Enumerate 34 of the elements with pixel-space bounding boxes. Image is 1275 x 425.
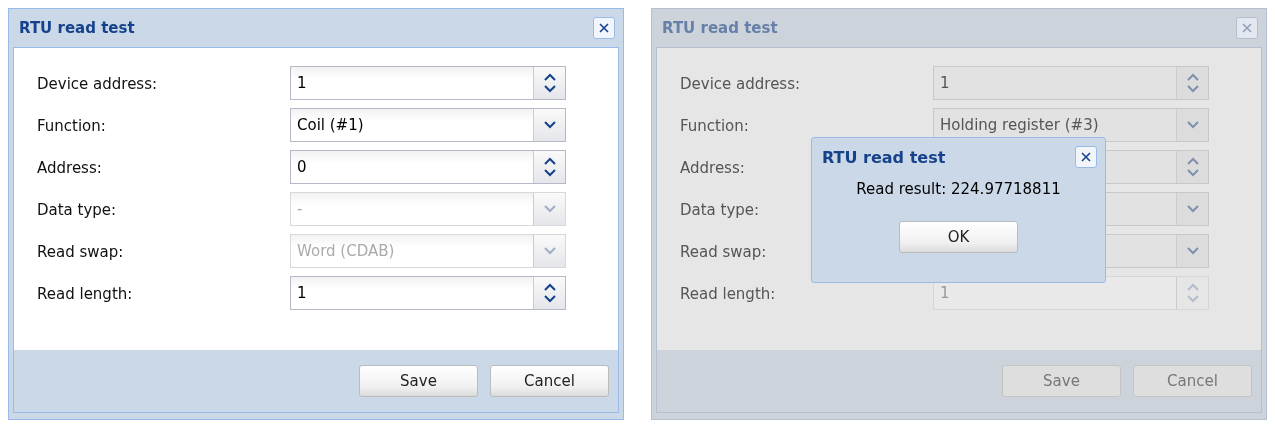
- close-icon: [598, 22, 610, 34]
- dropdown-field[interactable]: Holding register (#3): [933, 108, 1209, 142]
- field-label: Device address:: [37, 74, 158, 93]
- spinner-arrows-icon[interactable]: [533, 277, 565, 309]
- dialog-button[interactable]: Cancel: [490, 365, 609, 397]
- message-title: RTU read test: [822, 147, 946, 167]
- close-icon: [1241, 22, 1253, 34]
- field-label: Address:: [37, 158, 102, 177]
- field-label: Read swap:: [680, 242, 767, 261]
- field-label: Device address:: [680, 74, 801, 93]
- ok-button[interactable]: OK: [899, 221, 1018, 253]
- field-label: Function:: [680, 116, 749, 135]
- spinner-arrows-icon[interactable]: [533, 151, 565, 183]
- close-button[interactable]: [1075, 146, 1097, 168]
- field-label: Read swap:: [37, 242, 124, 261]
- number-field[interactable]: 1: [290, 66, 566, 100]
- number-field[interactable]: 0: [290, 150, 566, 184]
- number-field[interactable]: 1: [290, 276, 566, 310]
- close-icon: [1080, 151, 1092, 163]
- field-label: Read length:: [37, 284, 133, 303]
- field-label: Read length:: [680, 284, 776, 303]
- dialog-button[interactable]: Save: [359, 365, 478, 397]
- dialog-title: RTU read test: [662, 19, 778, 37]
- close-button[interactable]: [593, 17, 615, 39]
- dialog-title: RTU read test: [19, 19, 135, 37]
- spinner-arrows-icon[interactable]: [533, 67, 565, 99]
- field-label: Data type:: [37, 200, 117, 219]
- number-field[interactable]: 1: [933, 66, 1209, 100]
- field-label: Address:: [680, 158, 745, 177]
- dropdown-field[interactable]: Coil (#1): [290, 108, 566, 142]
- dropdown-caret-icon[interactable]: [533, 109, 565, 141]
- message-text: Read result: 224.97718811: [856, 180, 1061, 198]
- field-label: Data type:: [680, 200, 760, 219]
- field-label: Function:: [37, 116, 106, 135]
